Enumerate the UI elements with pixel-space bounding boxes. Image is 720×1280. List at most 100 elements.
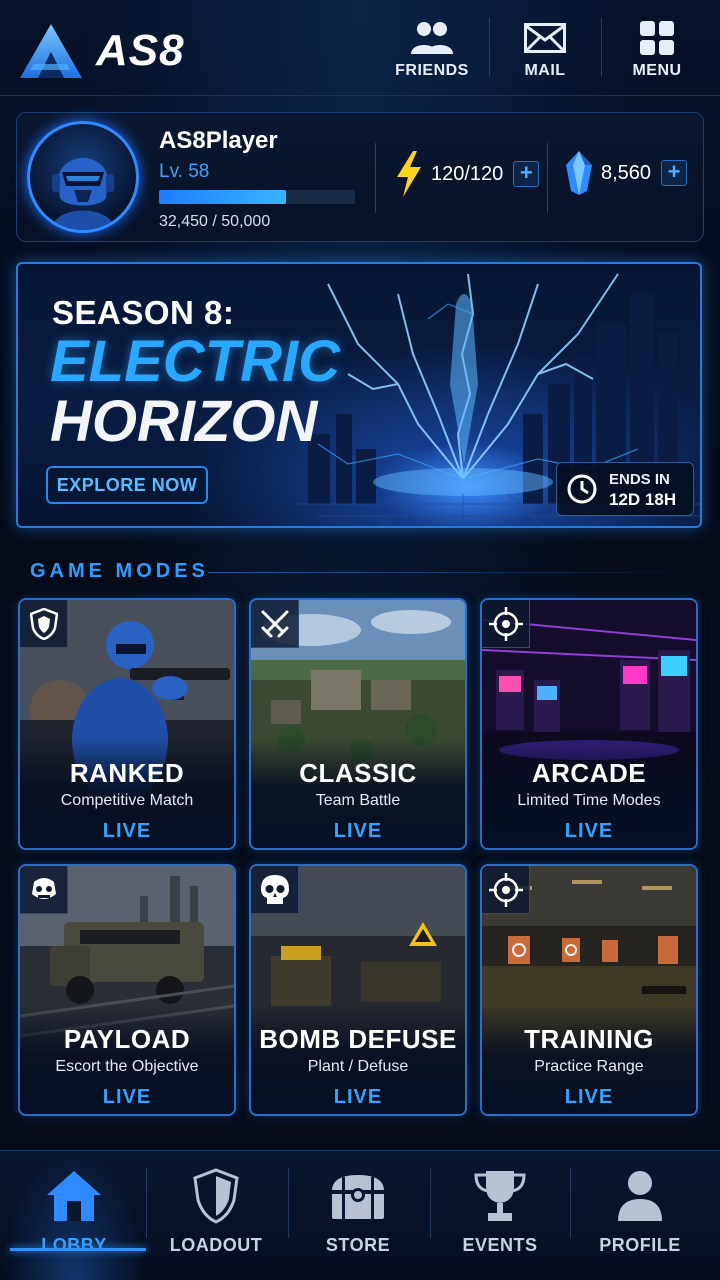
mode-subtitle: Competitive Match: [60, 792, 194, 809]
crosshair-icon: [488, 606, 523, 641]
ends-in-label: ENDS IN: [609, 471, 670, 488]
logo-icon: [20, 24, 82, 78]
mode-card-payload[interactable]: PAYLOAD Escort the Objective LIVE: [18, 864, 236, 1116]
explore-now-button[interactable]: EXPLORE NOW: [46, 466, 208, 504]
logo-text: AS8: [96, 26, 185, 75]
energy-counter: 120/120 +: [395, 151, 540, 197]
mode-card-ranked[interactable]: RANKED Competitive Match LIVE: [18, 598, 236, 850]
mode-subtitle: Team Battle: [315, 792, 401, 809]
mode-title: BOMB DEFUSE: [259, 1024, 457, 1054]
nav-divider: [146, 1168, 147, 1238]
home-icon: [47, 1171, 101, 1221]
season-name-line2: HORIZON: [50, 389, 318, 454]
nav-label: STORE: [325, 1235, 391, 1255]
app-logo: AS8: [20, 24, 185, 78]
chest-icon: [332, 1175, 384, 1219]
nav-label: LOBBY: [41, 1235, 107, 1255]
nav-divider: [430, 1168, 431, 1238]
friends-button[interactable]: FRIENDS: [376, 18, 488, 84]
heading-rule: [208, 572, 704, 573]
player-name: AS8Player: [159, 127, 278, 154]
nav-lobby[interactable]: LOBBY: [2, 1151, 146, 1280]
ends-in-value: 12D 18H: [609, 490, 677, 509]
lightning-icon: [397, 151, 421, 197]
mode-status: LIVE: [564, 1086, 614, 1108]
payload-icon: [31, 877, 56, 899]
player-avatar[interactable]: [27, 121, 139, 233]
card-badge: [251, 600, 299, 648]
season-banner[interactable]: SEASON 8: ELECTRIC HORIZON EXPLORE NOW E…: [16, 262, 702, 528]
bottom-navigation: LOBBY LOADOUT STORE EVENTS PROFILE: [0, 1150, 720, 1280]
menu-label: MENU: [632, 62, 682, 79]
profile-divider: [547, 143, 548, 213]
mode-status: LIVE: [333, 820, 383, 842]
gem-value: 8,560: [601, 161, 652, 184]
mode-card-training[interactable]: TRAINING Practice Range LIVE: [480, 864, 698, 1116]
mode-subtitle: Escort the Objective: [55, 1058, 199, 1075]
crosshair-icon: [488, 872, 523, 907]
mode-title: ARCADE: [531, 758, 647, 788]
mode-status: LIVE: [333, 1086, 383, 1108]
nav-label: PROFILE: [599, 1235, 681, 1255]
xp-text: 32,450 / 50,000: [159, 213, 271, 230]
season-timer: ENDS IN 12D 18H: [556, 462, 694, 516]
active-tab-indicator: [10, 1248, 146, 1251]
clock-icon: [567, 474, 597, 504]
card-badge: [482, 600, 530, 648]
game-lobby-screen: AS8 FRIENDS MAIL MENU AS8Player Lv. 58 3…: [0, 0, 720, 1280]
gem-icon: [566, 151, 592, 195]
game-modes-heading: GAME MODES: [30, 560, 209, 582]
mode-status: LIVE: [564, 820, 614, 842]
mode-subtitle: Limited Time Modes: [517, 792, 661, 809]
season-label: SEASON 8:: [52, 294, 235, 331]
shield-icon: [193, 1168, 239, 1224]
add-gems-button[interactable]: +: [661, 160, 688, 186]
nav-store[interactable]: STORE: [286, 1151, 430, 1280]
season-name-line1: ELECTRIC: [50, 329, 340, 394]
player-profile-card: AS8Player Lv. 58 32,450 / 50,000 120/120…: [16, 112, 704, 242]
mode-status: LIVE: [102, 1086, 152, 1108]
user-icon: [618, 1171, 662, 1221]
menu-grid-icon: [640, 21, 674, 55]
mail-button[interactable]: MAIL: [489, 18, 601, 84]
shield-icon: [29, 607, 58, 640]
skull-icon: [260, 874, 289, 904]
mode-status: LIVE: [102, 820, 152, 842]
xp-progress-fill: [159, 190, 287, 204]
add-energy-button[interactable]: +: [513, 161, 540, 187]
card-badge: [251, 866, 299, 914]
mode-title: CLASSIC: [299, 758, 417, 788]
mode-card-arcade[interactable]: ARCADE Limited Time Modes LIVE: [480, 598, 698, 850]
nav-divider: [570, 1168, 571, 1238]
card-badge: [20, 600, 68, 648]
mode-card-bomb-defuse[interactable]: BOMB DEFUSE Plant / Defuse LIVE: [249, 864, 467, 1116]
nav-loadout[interactable]: LOADOUT: [144, 1151, 288, 1280]
mode-title: RANKED: [69, 758, 185, 788]
mail-icon: [524, 23, 566, 53]
mail-label: MAIL: [524, 62, 566, 79]
nav-label: LOADOUT: [169, 1235, 263, 1255]
nav-divider: [288, 1168, 289, 1238]
card-badge: [20, 866, 68, 914]
player-level: Lv. 58: [159, 161, 210, 182]
top-header: AS8 FRIENDS MAIL MENU: [0, 0, 720, 96]
mode-subtitle: Plant / Defuse: [307, 1058, 409, 1075]
menu-button[interactable]: MENU: [601, 18, 713, 84]
profile-divider: [375, 143, 376, 213]
xp-progress-bar: [159, 190, 355, 204]
mode-title: TRAINING: [524, 1024, 654, 1054]
nav-events[interactable]: EVENTS: [428, 1151, 572, 1280]
friends-icon: [411, 22, 453, 54]
energy-value: 120/120: [431, 162, 504, 185]
trophy-icon: [474, 1171, 526, 1221]
crossed-swords-icon: [261, 610, 288, 637]
mode-title: PAYLOAD: [63, 1024, 191, 1054]
card-badge: [482, 866, 530, 914]
mode-subtitle: Practice Range: [534, 1058, 644, 1075]
gem-counter: 8,560 +: [565, 151, 688, 195]
mode-card-classic[interactable]: CLASSIC Team Battle LIVE: [249, 598, 467, 850]
helmet-avatar-icon: [52, 158, 114, 230]
nav-profile[interactable]: PROFILE: [568, 1151, 712, 1280]
friends-label: FRIENDS: [395, 62, 469, 79]
nav-label: EVENTS: [462, 1235, 538, 1255]
